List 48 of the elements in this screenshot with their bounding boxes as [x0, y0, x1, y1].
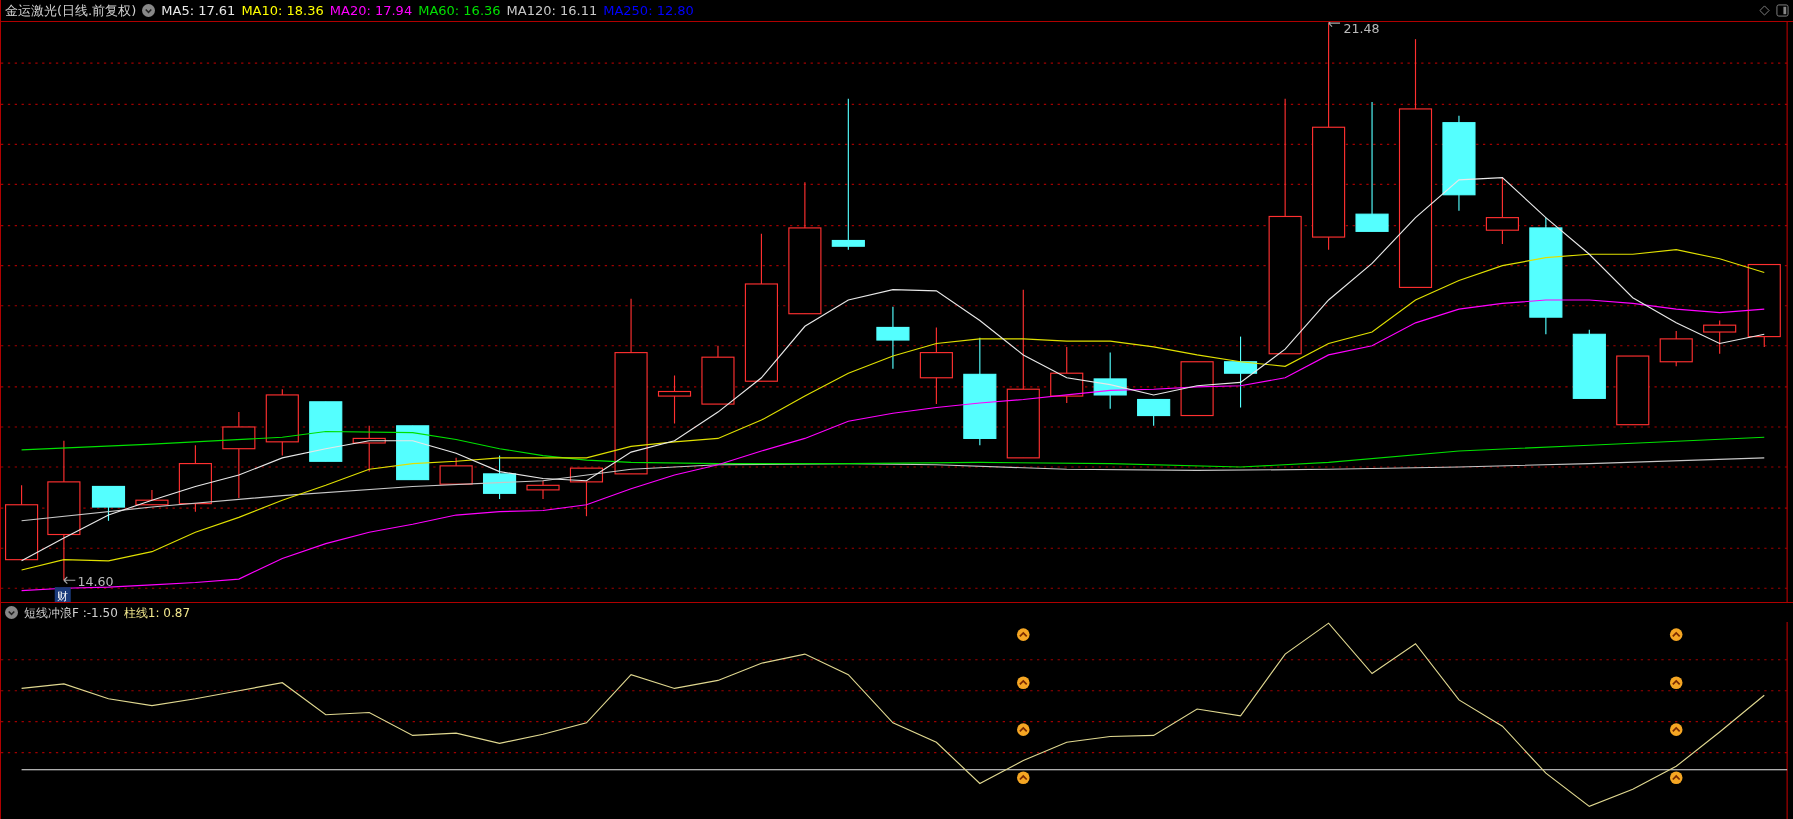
leader-line	[63, 576, 76, 585]
chevron-up-circle-icon	[1669, 676, 1683, 689]
candlestick	[439, 457, 473, 485]
price-label: 14.60	[77, 574, 114, 589]
candlestick	[396, 425, 430, 481]
chevron-up-circle-icon	[1669, 771, 1683, 785]
candlestick	[657, 374, 692, 425]
candlestick	[526, 480, 560, 500]
candlestick	[1180, 361, 1214, 417]
candlestick	[135, 489, 169, 506]
chevron-up-circle-icon	[1017, 628, 1030, 641]
candlestick	[701, 345, 735, 405]
chevron-down-circle-icon[interactable]	[142, 4, 156, 17]
chevron-up-circle-icon	[1669, 628, 1683, 641]
candlestick	[352, 425, 386, 473]
indicator-name: 短线冲浪F :-1.50	[24, 604, 118, 622]
candlestick	[91, 485, 126, 522]
candlestick	[1659, 330, 1693, 367]
candlestick	[483, 455, 517, 500]
indicator-value: MA10: 18.36	[241, 1, 324, 20]
leader-line	[1328, 22, 1341, 28]
candlestick	[178, 444, 212, 513]
candlestick	[1616, 355, 1650, 426]
candlestick	[1572, 329, 1606, 399]
candlestick	[1093, 352, 1127, 410]
candlestick	[265, 388, 299, 457]
indicator-value: MA120: 16.11	[506, 1, 598, 20]
indicator-value: MA250: 12.80	[603, 1, 694, 20]
price-label: 21.48	[1343, 22, 1380, 37]
indicator-value: MA60: 16.36	[418, 1, 501, 20]
panel-toggle-icon[interactable]	[1776, 4, 1789, 17]
chevron-up-circle-icon	[1017, 771, 1030, 785]
candlestick	[1137, 398, 1171, 427]
chevron-up-circle-icon	[1669, 723, 1683, 736]
indicator-value: MA20: 17.94	[329, 1, 413, 20]
indicator-value: MA5: 17.61	[161, 1, 236, 20]
indicator-value: 柱线1: 0.87	[123, 604, 191, 622]
candlestick	[569, 467, 604, 517]
chart-title: 金运激光(日线.前复权)	[5, 1, 137, 20]
chevron-up-circle-icon	[1017, 723, 1030, 736]
candlestick	[876, 306, 910, 370]
candlestick	[1050, 346, 1084, 404]
candlestick	[1485, 177, 1519, 245]
chevron-down-circle-icon[interactable]	[5, 606, 18, 619]
candlestick	[1703, 320, 1737, 355]
chevron-up-circle-icon	[1017, 676, 1030, 689]
finance-badge: 财	[54, 587, 71, 602]
candlestick	[309, 401, 343, 462]
